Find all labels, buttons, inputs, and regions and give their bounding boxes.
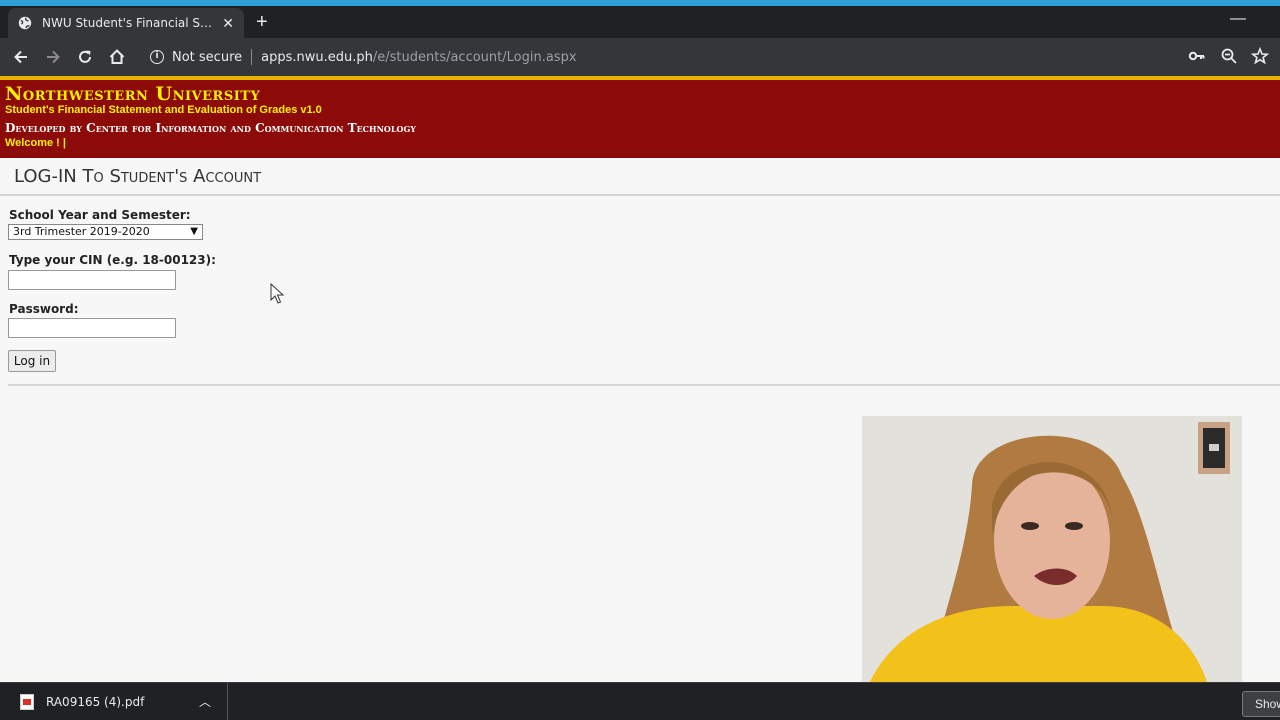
- webcam-overlay: [862, 416, 1242, 702]
- cin-label: Type your CIN (e.g. 18-00123):: [9, 253, 216, 267]
- key-icon[interactable]: [1188, 47, 1206, 69]
- semester-label: School Year and Semester:: [9, 208, 191, 222]
- tab-strip: NWU Student's Financial Statement ✕ + —: [0, 6, 1280, 38]
- divider-bottom: [8, 384, 1280, 386]
- welcome-text: Welcome ! |: [5, 137, 66, 149]
- info-icon[interactable]: i: [150, 50, 164, 64]
- forward-arrow-icon[interactable]: [43, 47, 63, 67]
- app-name: Student's Financial Statement and Evalua…: [5, 104, 322, 116]
- reload-icon[interactable]: [75, 47, 95, 67]
- password-label: Password:: [9, 302, 79, 316]
- divider-top: [0, 194, 1280, 196]
- show-all-button[interactable]: Show all: [1242, 691, 1280, 717]
- address-bar[interactable]: i Not secure apps.nwu.edu.ph/e/students/…: [140, 43, 1240, 71]
- back-arrow-icon[interactable]: [11, 47, 31, 67]
- globe-icon: [18, 16, 32, 30]
- download-file-name: RA09165 (4).pdf: [46, 695, 145, 709]
- browser-toolbar: i Not secure apps.nwu.edu.ph/e/students/…: [0, 38, 1280, 76]
- presenter-video: [862, 416, 1242, 702]
- login-button[interactable]: Log in: [8, 350, 56, 372]
- semester-selected-value: 3rd Trimester 2019-2020: [13, 225, 150, 238]
- download-item[interactable]: RA09165 (4).pdf ︿: [0, 683, 228, 720]
- close-icon[interactable]: ✕: [222, 15, 234, 32]
- chevron-up-icon[interactable]: ︿: [199, 693, 211, 710]
- download-bar: RA09165 (4).pdf ︿ Show all: [0, 682, 1280, 720]
- mouse-cursor-icon: [270, 283, 285, 304]
- plus-icon[interactable]: +: [256, 12, 268, 32]
- page-title: LOG-IN To Student's Account: [14, 166, 262, 187]
- pdf-file-icon: [20, 694, 34, 710]
- browser-tab-active[interactable]: NWU Student's Financial Statement ✕: [8, 8, 244, 38]
- semester-select[interactable]: 3rd Trimester 2019-2020 ▼: [8, 224, 203, 240]
- chevron-down-icon: ▼: [190, 226, 198, 237]
- university-name: Northwestern University: [5, 83, 261, 105]
- developer-credit: Developed by Center for Information and …: [5, 121, 417, 135]
- url-path: /e/students/account/Login.aspx: [372, 49, 577, 65]
- cin-input[interactable]: [8, 270, 176, 290]
- password-input[interactable]: [8, 318, 176, 338]
- omnibox-separator: [251, 49, 253, 65]
- tab-title: NWU Student's Financial Statement: [42, 16, 214, 30]
- site-header: Northwestern University Student's Financ…: [0, 80, 1280, 158]
- security-label: Not secure: [172, 49, 243, 65]
- home-icon[interactable]: [107, 47, 127, 67]
- url-host: apps.nwu.edu.ph: [261, 49, 373, 65]
- zoom-icon[interactable]: [1220, 47, 1238, 69]
- screen: NWU Student's Financial Statement ✕ + — …: [0, 0, 1280, 720]
- minimize-icon[interactable]: —: [1230, 10, 1246, 28]
- star-icon[interactable]: [1250, 46, 1270, 69]
